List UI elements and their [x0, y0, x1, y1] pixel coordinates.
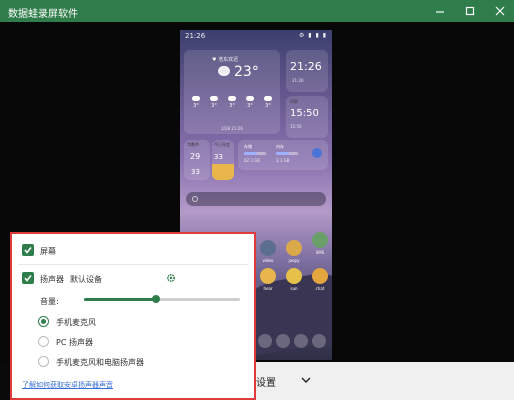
radio-mic-and-speaker[interactable]: [38, 356, 49, 367]
volume-slider-handle[interactable]: [151, 295, 160, 303]
world-clock-widget: 阿联 15:50 15:50: [286, 96, 328, 138]
speaker-label: 扬声器: [40, 275, 64, 284]
forecast-item: 3°: [224, 96, 240, 109]
gear-icon[interactable]: [166, 273, 176, 283]
forecast-item: 3°: [188, 96, 204, 109]
phone-status-bar: 21:26 ⚙ ▮ ▮ ▮: [180, 30, 332, 42]
memory-label: 内存: [276, 144, 284, 149]
app-icon: [260, 268, 276, 284]
settings-button[interactable]: 设置: [256, 374, 276, 389]
battery-widget: 今日亮度 33: [212, 140, 234, 180]
app-label: hear: [263, 286, 273, 291]
option-label: 手机麦克风和电脑扬声器: [56, 358, 144, 367]
storage-value: 62.3 GB: [244, 158, 261, 163]
memory-value: 3.1 GB: [276, 158, 290, 163]
volume-slider[interactable]: [84, 295, 240, 303]
speaker-device[interactable]: 默认设备: [70, 274, 102, 285]
weather-widget: ♥ 浩东欢迟 23° 3° 3° 3° 3° 3° 2/28 21:26: [184, 50, 280, 134]
cloud-icon: [264, 96, 272, 101]
audio-settings-panel: 屏幕 扬声器 默认设备 音量: 手机麦克风 PC 扬声器 手机麦克风和电脑扬声器…: [10, 232, 256, 400]
battery-percent: 33: [214, 153, 223, 161]
app-icon: [312, 232, 328, 248]
radio-pc-speaker[interactable]: [38, 336, 49, 347]
app-label: video: [262, 258, 274, 263]
option-label: 手机麦克风: [56, 318, 96, 327]
chevron-down-icon[interactable]: [300, 374, 312, 386]
cloud-icon: [210, 96, 218, 101]
speaker-checkbox[interactable]: [22, 272, 34, 284]
gear-icon: [312, 148, 322, 158]
clock-time: 21:26: [290, 60, 322, 73]
volume-label: 音量:: [40, 297, 59, 306]
weather-footer: 2/28 21:26: [221, 126, 243, 131]
calendar-widget: 华数节 29 33: [184, 140, 210, 180]
help-link[interactable]: 了解如何获取安卓扬声器声音: [22, 380, 113, 390]
clock-widget: 21:26 21:26: [286, 50, 328, 92]
app-icon: [286, 240, 302, 256]
screen-label: 屏幕: [40, 247, 56, 256]
option-label: PC 扬声器: [56, 338, 93, 347]
maximize-button[interactable]: [456, 0, 484, 22]
volume-slider-fill: [84, 298, 156, 301]
radio-phone-mic[interactable]: [38, 316, 49, 327]
storage-widget: 存储 内存 62.3 GB 3.1 GB: [238, 140, 328, 170]
calendar-day: 29: [190, 152, 201, 161]
close-button[interactable]: [486, 0, 514, 22]
memory-bar: [276, 152, 298, 155]
maximize-icon: [465, 6, 475, 16]
app-label: chat: [315, 286, 325, 291]
dock-icon: [276, 334, 290, 348]
app-icon: [260, 240, 276, 256]
screen-checkbox[interactable]: [22, 244, 34, 256]
clock-sub: 21:26: [292, 78, 304, 83]
phone-time: 21:26: [185, 32, 206, 40]
world-clock-time: 15:50: [290, 108, 319, 119]
world-clock-sub: 15:50: [290, 124, 302, 129]
app-label: SMS: [315, 250, 325, 255]
weather-temp: 23°: [234, 64, 259, 80]
phone-search-bar: [186, 192, 326, 206]
minimize-icon: [436, 11, 444, 13]
window-title: 数据蛙录屏软件: [8, 9, 78, 20]
title-bar: 数据蛙录屏软件: [0, 0, 514, 22]
storage-bar: [244, 152, 266, 155]
check-icon: [24, 247, 32, 254]
calendar-label: 华数节: [187, 142, 199, 147]
dock-icon: [258, 334, 272, 348]
app-label: sun: [290, 286, 298, 291]
app-icon: [286, 268, 302, 284]
forecast-item: 3°: [260, 96, 276, 109]
weather-location: ♥ 浩东欢迟: [212, 57, 239, 63]
minimize-button[interactable]: [426, 0, 454, 22]
check-icon: [24, 275, 32, 282]
calendar-num: 33: [191, 168, 200, 176]
bottom-bar: 设置: [256, 362, 514, 400]
divider: [18, 264, 248, 265]
battery-fill: [212, 164, 234, 180]
cloud-icon: [228, 96, 236, 101]
battery-label: 今日亮度: [214, 142, 230, 147]
phone-dock: [258, 334, 328, 352]
world-clock-label: 阿联: [290, 99, 298, 104]
phone-status-icons: ⚙ ▮ ▮ ▮: [298, 32, 327, 39]
cloud-icon: [246, 96, 254, 101]
forecast-item: 3°: [242, 96, 258, 109]
close-icon: [495, 6, 505, 16]
forecast-item: 3°: [206, 96, 222, 109]
storage-label: 存储: [244, 144, 252, 149]
search-icon: [192, 196, 198, 202]
app-icon: [312, 268, 328, 284]
dock-icon: [312, 334, 326, 348]
cloud-icon: [192, 96, 200, 101]
app-label: jaopy: [288, 258, 300, 263]
cloud-icon: [218, 66, 230, 76]
dock-icon: [294, 334, 308, 348]
